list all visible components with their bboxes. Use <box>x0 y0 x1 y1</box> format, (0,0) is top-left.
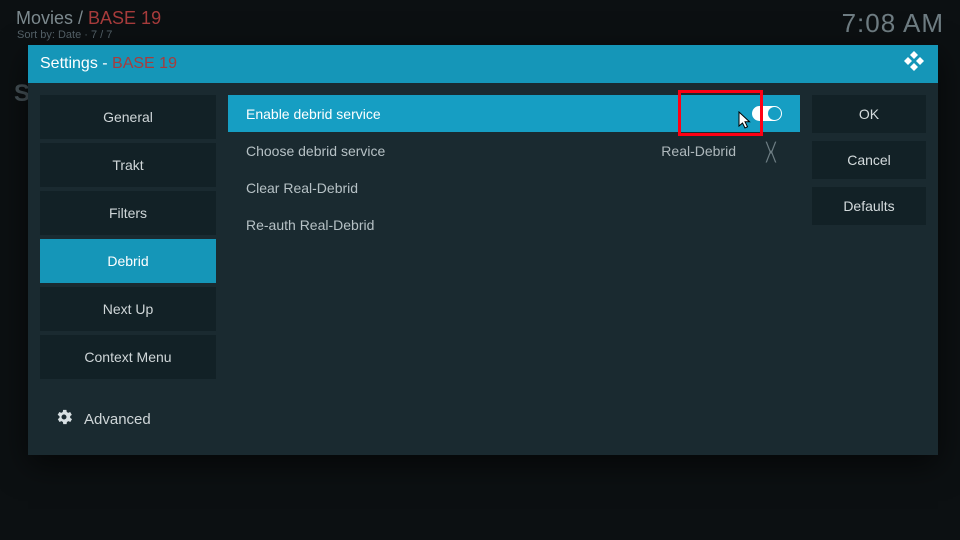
button-label: OK <box>859 106 879 122</box>
sidebar-item-label: Trakt <box>112 157 143 173</box>
dialog-title-prefix: Settings - <box>40 55 112 72</box>
dialog-title: Settings - BASE 19 <box>40 55 177 73</box>
setting-choose-debrid-service[interactable]: Choose debrid service Real-Debrid ⋁⋀ <box>228 132 800 169</box>
sidebar-item-label: Filters <box>109 205 147 221</box>
button-label: Defaults <box>843 198 894 214</box>
sidebar-item-label: General <box>103 109 153 125</box>
sidebar-item-label: Next Up <box>103 301 154 317</box>
sort-line: Sort by: Date · 7 / 7 <box>16 29 161 41</box>
button-label: Cancel <box>847 152 891 168</box>
sidebar-item-label: Context Menu <box>84 349 171 365</box>
settings-dialog: Settings - BASE 19 General Trakt Filters… <box>28 45 938 455</box>
setting-reauth-real-debrid[interactable]: Re-auth Real-Debrid <box>228 206 800 243</box>
setting-value: Real-Debrid <box>661 143 736 159</box>
breadcrumb-addon: BASE 19 <box>88 8 161 28</box>
breadcrumb-prefix: Movies / <box>16 8 88 28</box>
settings-content: Enable debrid service Choose debrid serv… <box>228 95 800 443</box>
setting-label: Re-auth Real-Debrid <box>246 217 374 233</box>
settings-sidebar: General Trakt Filters Debrid Next Up Con… <box>40 95 216 443</box>
sidebar-item-next-up[interactable]: Next Up <box>40 287 216 331</box>
sidebar-item-trakt[interactable]: Trakt <box>40 143 216 187</box>
settings-level-label: Advanced <box>84 411 151 428</box>
kodi-logo-icon <box>902 50 926 79</box>
defaults-button[interactable]: Defaults <box>812 187 926 225</box>
ok-button[interactable]: OK <box>812 95 926 133</box>
spinner-arrows-icon[interactable]: ⋁⋀ <box>760 142 782 160</box>
sidebar-item-debrid[interactable]: Debrid <box>40 239 216 283</box>
setting-label: Clear Real-Debrid <box>246 180 358 196</box>
dialog-title-addon: BASE 19 <box>112 55 177 72</box>
gear-icon <box>54 407 74 431</box>
setting-enable-debrid-service[interactable]: Enable debrid service <box>228 95 800 132</box>
sidebar-item-filters[interactable]: Filters <box>40 191 216 235</box>
sidebar-item-label: Debrid <box>107 253 148 269</box>
toggle-on-icon[interactable] <box>752 106 782 121</box>
dialog-buttons: OK Cancel Defaults <box>812 95 926 443</box>
cancel-button[interactable]: Cancel <box>812 141 926 179</box>
clock: 7:08 AM <box>842 8 944 39</box>
setting-label: Enable debrid service <box>246 106 381 122</box>
sidebar-item-general[interactable]: General <box>40 95 216 139</box>
setting-clear-real-debrid[interactable]: Clear Real-Debrid <box>228 169 800 206</box>
sidebar-item-context-menu[interactable]: Context Menu <box>40 335 216 379</box>
setting-label: Choose debrid service <box>246 143 385 159</box>
settings-level-advanced[interactable]: Advanced <box>40 399 216 443</box>
breadcrumb: Movies / BASE 19 <box>16 8 161 29</box>
dialog-header: Settings - BASE 19 <box>28 45 938 83</box>
